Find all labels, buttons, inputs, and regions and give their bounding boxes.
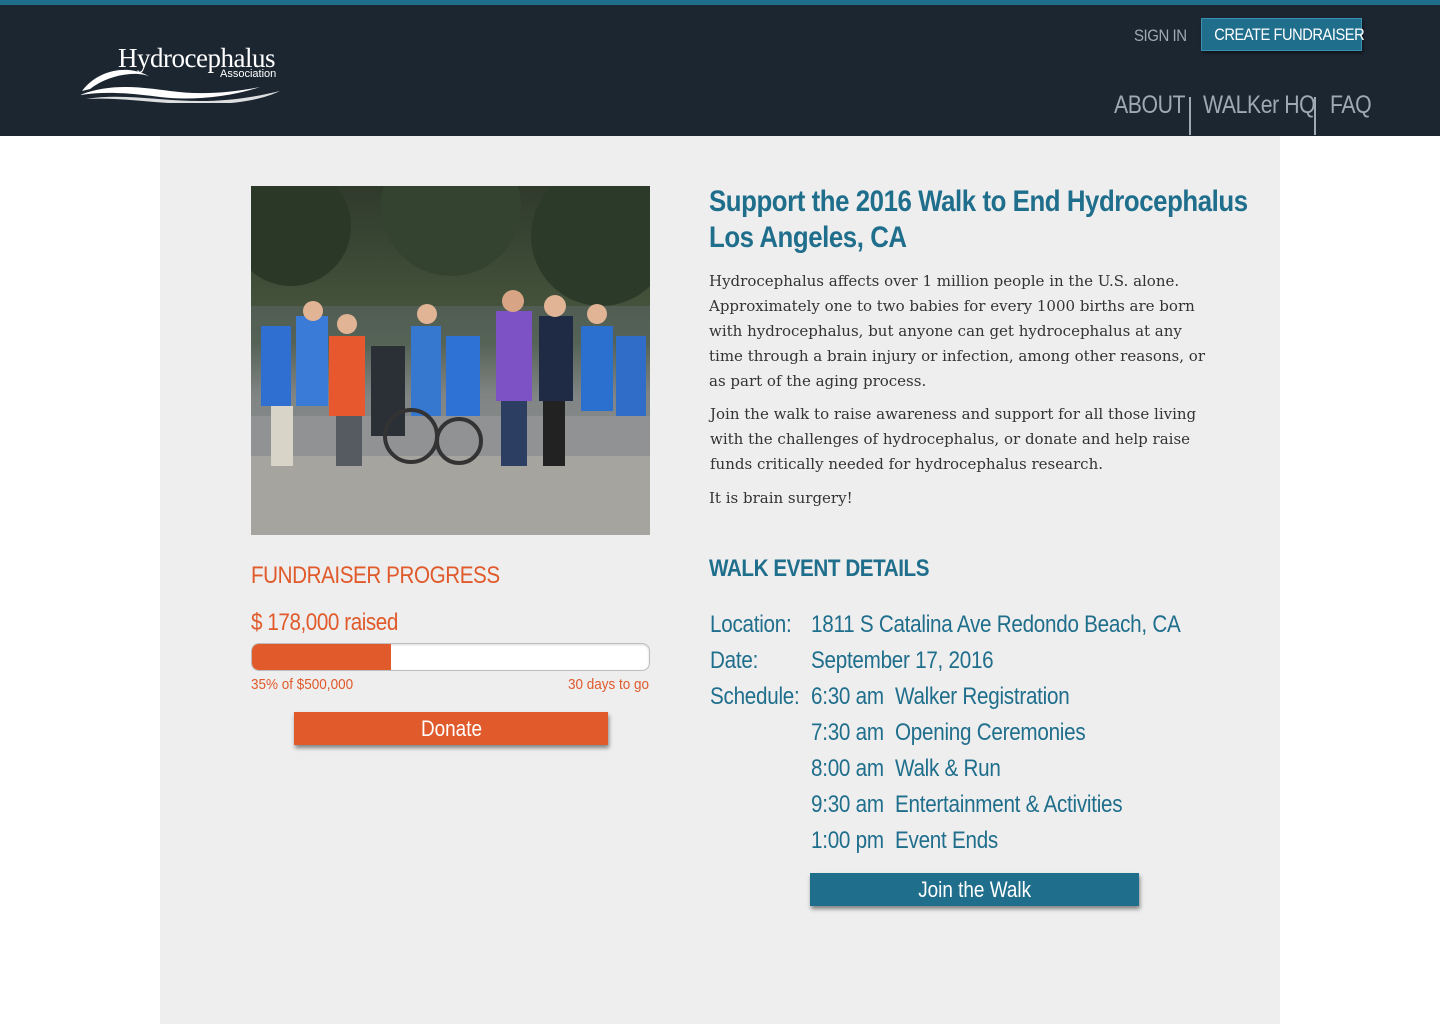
donate-label: Donate	[420, 716, 482, 741]
nav-divider	[1189, 97, 1191, 135]
schedule-label: Schedule:	[710, 683, 800, 710]
nav-faq[interactable]: FAQ	[1330, 91, 1379, 137]
schedule-time: 6:30 am	[811, 683, 884, 710]
schedule-activity: Event Ends	[895, 827, 998, 854]
nav-walker-hq-label: WALKer HQ	[1203, 91, 1316, 119]
campaign-title-line2: Los Angeles, CA	[709, 221, 907, 254]
walkers-photo-image	[251, 186, 650, 535]
nav-divider	[1314, 97, 1316, 135]
progress-bar-fill	[252, 644, 391, 670]
event-photo	[251, 186, 650, 535]
location-label: Location:	[710, 611, 792, 638]
event-details-title: WALK EVENT DETAILS	[709, 555, 930, 582]
amount-raised: $ 178,000 raised	[251, 609, 398, 636]
schedule-activity: Opening Ceremonies	[895, 719, 1086, 746]
date-label: Date:	[710, 647, 759, 674]
logo-subtitle: Association	[220, 68, 277, 80]
sign-in-link[interactable]: SIGN IN	[1134, 26, 1187, 46]
donate-button[interactable]: Donate	[294, 712, 608, 745]
schedule-time: 9:30 am	[811, 791, 884, 818]
schedule-activity: Walk & Run	[895, 755, 1001, 782]
progress-bar	[251, 643, 650, 671]
join-the-walk-label: Join the Walk	[918, 877, 1031, 902]
location-value: 1811 S Catalina Ave Redondo Beach, CA	[811, 611, 1181, 638]
campaign-tagline: It is brain surgery!	[709, 489, 853, 507]
schedule-activity: Walker Registration	[895, 683, 1070, 710]
schedule-time: 1:00 pm	[811, 827, 884, 854]
goal-percentage: 35% of $500,000	[251, 676, 354, 693]
nav-faq-label: FAQ	[1330, 91, 1372, 119]
schedule-activity: Entertainment & Activities	[895, 791, 1123, 818]
schedule-time: 8:00 am	[811, 755, 884, 782]
campaign-paragraph: Join the walk to raise awareness and sup…	[710, 405, 1197, 473]
nav-about-label: ABOUT	[1114, 91, 1186, 119]
nav-about[interactable]: ABOUT	[1114, 91, 1198, 137]
campaign-paragraph: Hydrocephalus affects over 1 million peo…	[709, 272, 1205, 390]
create-fundraiser-button[interactable]: CREATE FUNDRAISER	[1201, 18, 1365, 51]
join-the-walk-button[interactable]: Join the Walk	[810, 873, 1139, 906]
date-value: September 17, 2016	[811, 647, 994, 674]
create-fundraiser-label: CREATE FUNDRAISER	[1214, 25, 1365, 44]
schedule-time: 7:30 am	[811, 719, 884, 746]
campaign-title: Support the 2016 Walk to End Hydrocephal…	[709, 184, 1248, 256]
site-header: Hydrocephalus Association SIGN IN CREATE…	[0, 5, 1440, 136]
fundraiser-progress-title: FUNDRAISER PROGRESS	[251, 562, 500, 589]
days-remaining: 30 days to go	[567, 676, 649, 693]
campaign-title-line1: Support the 2016 Walk to End Hydrocephal…	[709, 185, 1248, 218]
hydrocephalus-association-logo[interactable]: Hydrocephalus Association	[80, 43, 282, 103]
